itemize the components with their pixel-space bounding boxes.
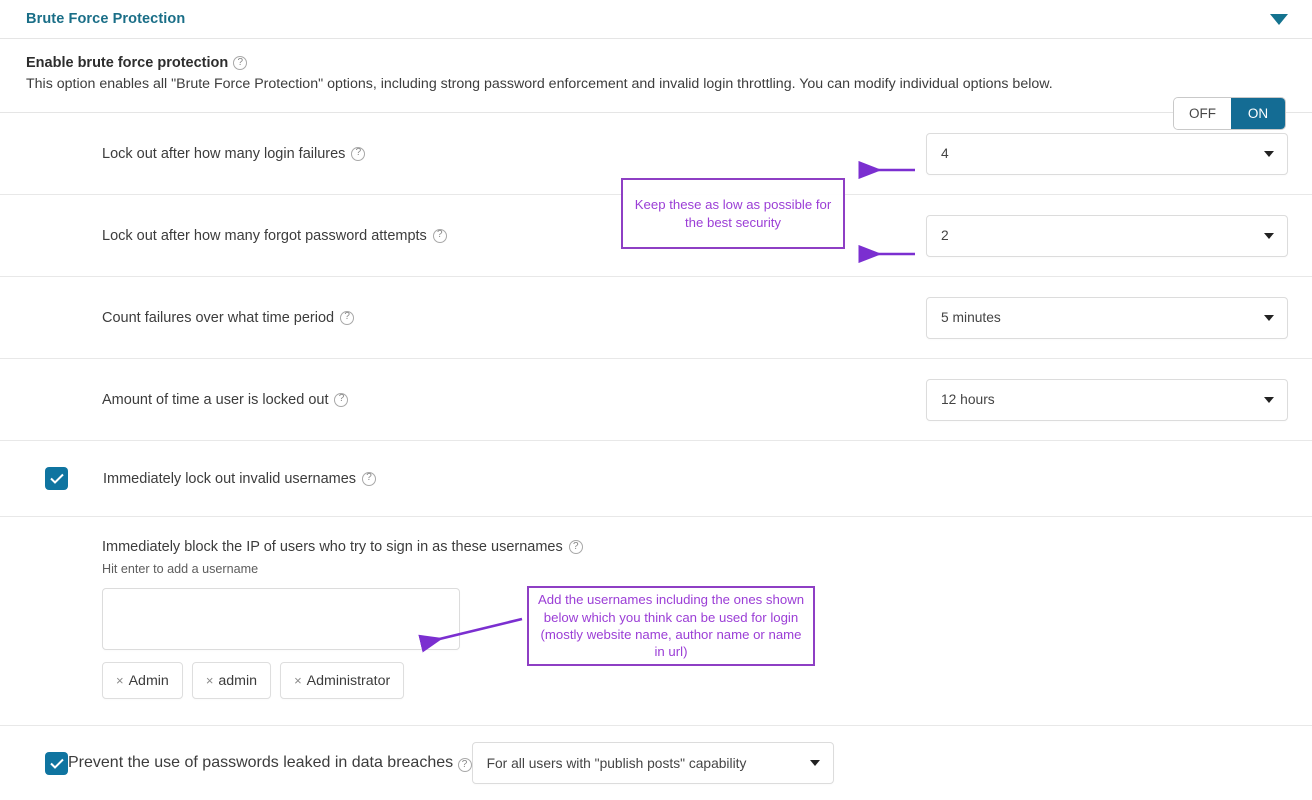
setting-control: 5 minutes [926,296,1288,339]
invalid-usernames-label-text: Immediately lock out invalid usernames [103,470,357,487]
enable-brute-force-section: Enable brute force protection ? This opt… [0,39,1312,130]
setting-row-invalid-usernames: Immediately lock out invalid usernames ? [0,441,1312,517]
leaked-passwords-select[interactable]: For all users with "publish posts" capab… [471,742,834,784]
leaked-passwords-checkbox[interactable] [45,751,68,775]
forgot-password-attempts-select[interactable]: 2 [926,214,1288,257]
setting-label: Lock out after how many forgot password … [26,228,447,244]
setting-control: 4 [926,132,1288,175]
help-icon[interactable]: ? [362,471,377,486]
panel-header[interactable]: Brute Force Protection [0,0,1312,39]
blocked-usernames-tag-list: × Admin × admin × Administrator [102,662,1286,699]
time-period-select[interactable]: 5 minutes [926,296,1288,339]
login-failures-select[interactable]: 4 [926,132,1288,175]
username-tag-label: Admin [128,672,169,689]
help-icon[interactable]: ? [233,56,248,70]
leaked-passwords-label-text: Prevent the use of passwords leaked in d… [68,754,454,771]
setting-control: 12 hours [926,378,1288,421]
blocked-usernames-title: Immediately block the IP of users who tr… [102,539,1286,555]
setting-label-text: Count failures over what time period [102,309,335,326]
invalid-usernames-label: Immediately lock out invalid usernames ? [103,470,377,487]
setting-control: 2 [926,214,1288,257]
page-title: Brute Force Protection [26,11,186,27]
remove-icon[interactable]: × [294,674,302,687]
setting-label-text: Lock out after how many forgot password … [102,227,427,244]
select-value: 5 minutes [941,310,1001,325]
username-tag-label: Administrator [306,672,391,689]
blocked-usernames-section: Immediately block the IP of users who tr… [0,517,1312,726]
remove-icon[interactable]: × [116,674,124,687]
blocked-usernames-hint: Hit enter to add a username [102,562,259,576]
help-icon[interactable]: ? [340,310,355,325]
chevron-down-icon [1264,396,1274,403]
help-icon[interactable]: ? [457,758,472,772]
invalid-usernames-checkbox[interactable] [45,467,68,490]
blocked-usernames-title-text: Immediately block the IP of users who tr… [102,539,563,555]
help-icon[interactable]: ? [351,146,366,161]
lockout-duration-select[interactable]: 12 hours [926,378,1288,421]
enable-brute-force-title: Enable brute force protection ? [26,55,1286,71]
setting-row-forgot-password-attempts: Lock out after how many forgot password … [0,195,1312,277]
setting-label: Amount of time a user is locked out ? [26,391,349,408]
username-tag[interactable]: × Admin [102,662,183,699]
chevron-down-icon [1264,150,1274,157]
enable-brute-force-label: Enable brute force protection [26,55,229,71]
username-tag[interactable]: × Administrator [280,662,405,699]
setting-label-text: Lock out after how many login failures [102,145,346,162]
setting-control: For all users with "publish posts" capab… [471,742,834,784]
username-tag[interactable]: × admin [191,662,272,699]
leaked-passwords-label: Prevent the use of passwords leaked in d… [68,754,472,772]
blocked-usernames-input[interactable] [102,588,460,650]
select-value: 12 hours [941,392,995,407]
setting-label-text: Amount of time a user is locked out [102,391,329,408]
select-value: 2 [941,228,949,243]
chevron-down-icon [1264,232,1274,239]
select-value: For all users with "publish posts" capab… [486,755,747,771]
remove-icon[interactable]: × [206,674,214,687]
select-value: 4 [941,146,949,161]
enable-brute-force-description: This option enables all "Brute Force Pro… [26,76,1053,92]
chevron-down-icon [1264,314,1274,321]
setting-label: Lock out after how many login failures ? [26,145,366,162]
chevron-down-icon[interactable] [1268,8,1290,30]
setting-row-leaked-passwords: Prevent the use of passwords leaked in d… [0,726,1312,800]
help-icon[interactable]: ? [568,540,583,554]
setting-row-login-failures: Lock out after how many login failures ?… [0,113,1312,195]
help-icon[interactable]: ? [432,228,447,243]
setting-label: Count failures over what time period ? [26,309,355,326]
setting-row-lockout-duration: Amount of time a user is locked out ? 12… [0,359,1312,441]
help-icon[interactable]: ? [334,392,349,407]
username-tag-label: admin [218,672,258,689]
setting-row-time-period: Count failures over what time period ? 5… [0,277,1312,359]
chevron-down-icon [809,760,820,766]
